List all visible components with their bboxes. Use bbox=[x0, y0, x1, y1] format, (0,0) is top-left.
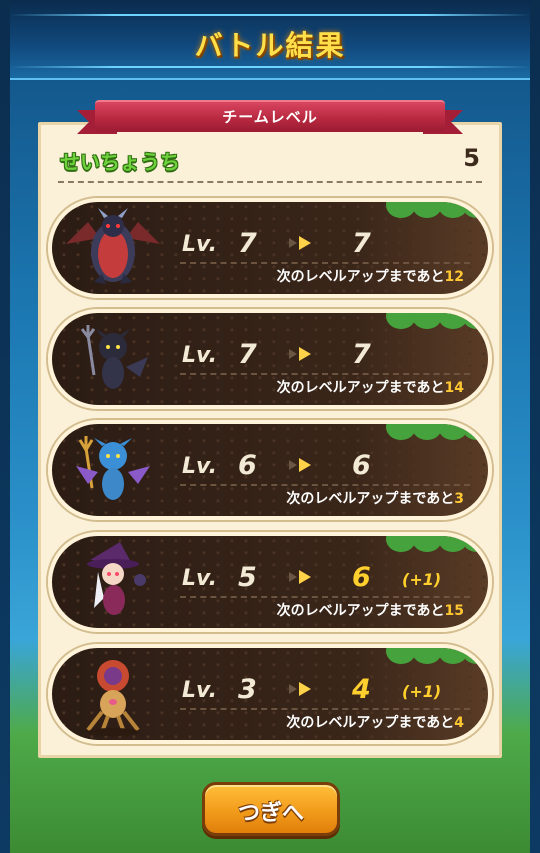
grass-decoration bbox=[378, 424, 488, 446]
level-after: 4 bbox=[352, 674, 371, 705]
next-button-label: つぎへ bbox=[237, 801, 304, 826]
level-before: 6 bbox=[238, 450, 257, 481]
grass-decoration bbox=[378, 648, 488, 670]
level-after: 6 bbox=[352, 450, 371, 481]
next-level-text: 次のレベルアップまであと15 bbox=[276, 603, 464, 619]
dragon-monster-icon bbox=[66, 208, 160, 284]
level-arrow-icon bbox=[289, 236, 311, 250]
lv-label: Lv. bbox=[182, 232, 217, 257]
header-bar: バトル結果 bbox=[10, 0, 530, 80]
member-card: Lv. 7 7 次のレベルアップまであと12 bbox=[48, 198, 492, 298]
blue-imp-monster-icon bbox=[76, 436, 150, 500]
level-before: 7 bbox=[238, 228, 257, 259]
level-bonus: (+1) bbox=[402, 570, 442, 589]
card-divider bbox=[180, 484, 470, 486]
lv-label: Lv. bbox=[182, 343, 217, 368]
grass-decoration bbox=[378, 313, 488, 335]
witch-monster-icon bbox=[87, 542, 146, 615]
lv-label: Lv. bbox=[182, 566, 217, 591]
level-arrow-icon bbox=[289, 458, 311, 472]
next-level-text: 次のレベルアップまであと4 bbox=[286, 715, 464, 731]
card-divider bbox=[180, 596, 470, 598]
level-before: 5 bbox=[238, 562, 257, 593]
level-arrow-icon bbox=[289, 682, 311, 696]
flower-monster-icon bbox=[86, 660, 140, 736]
lv-label: Lv. bbox=[182, 454, 217, 479]
next-level-text: 次のレベルアップまであと12 bbox=[276, 269, 464, 285]
level-bonus: (+1) bbox=[402, 682, 442, 701]
next-level-text: 次のレベルアップまであと14 bbox=[276, 380, 464, 396]
team-level-value: 5 bbox=[463, 144, 480, 172]
header-line-top bbox=[10, 14, 530, 16]
level-arrow-icon bbox=[289, 347, 311, 361]
next-level-text: 次のレベルアップまであと3 bbox=[286, 491, 464, 507]
card-divider bbox=[180, 708, 470, 710]
card-divider bbox=[180, 262, 470, 264]
member-card: Lv. 7 7 次のレベルアップまであと14 bbox=[48, 309, 492, 409]
member-card: Lv. 5 6 (+1) 次のレベルアップまであと15 bbox=[48, 532, 492, 632]
level-before: 3 bbox=[238, 674, 257, 705]
level-before: 7 bbox=[238, 339, 257, 370]
grass-decoration bbox=[378, 536, 488, 558]
team-name: せいちょうち bbox=[60, 150, 180, 174]
next-button[interactable]: つぎへ bbox=[202, 782, 340, 836]
level-after: 7 bbox=[352, 228, 371, 259]
lv-label: Lv. bbox=[182, 678, 217, 703]
team-divider bbox=[58, 181, 482, 183]
member-card: Lv. 3 4 (+1) 次のレベルアップまであと4 bbox=[48, 644, 492, 744]
ribbon-label: チームレベル bbox=[222, 108, 318, 126]
level-after: 7 bbox=[352, 339, 371, 370]
member-card: Lv. 6 6 次のレベルアップまであと3 bbox=[48, 420, 492, 520]
header-line-bottom bbox=[10, 66, 530, 68]
card-divider bbox=[180, 373, 470, 375]
level-after: 6 bbox=[352, 562, 371, 593]
dark-imp-monster-icon bbox=[80, 325, 148, 389]
level-arrow-icon bbox=[289, 570, 311, 584]
team-level-ribbon: チームレベル bbox=[77, 100, 445, 134]
grass-decoration bbox=[378, 202, 488, 224]
page-title: バトル結果 bbox=[194, 29, 346, 62]
